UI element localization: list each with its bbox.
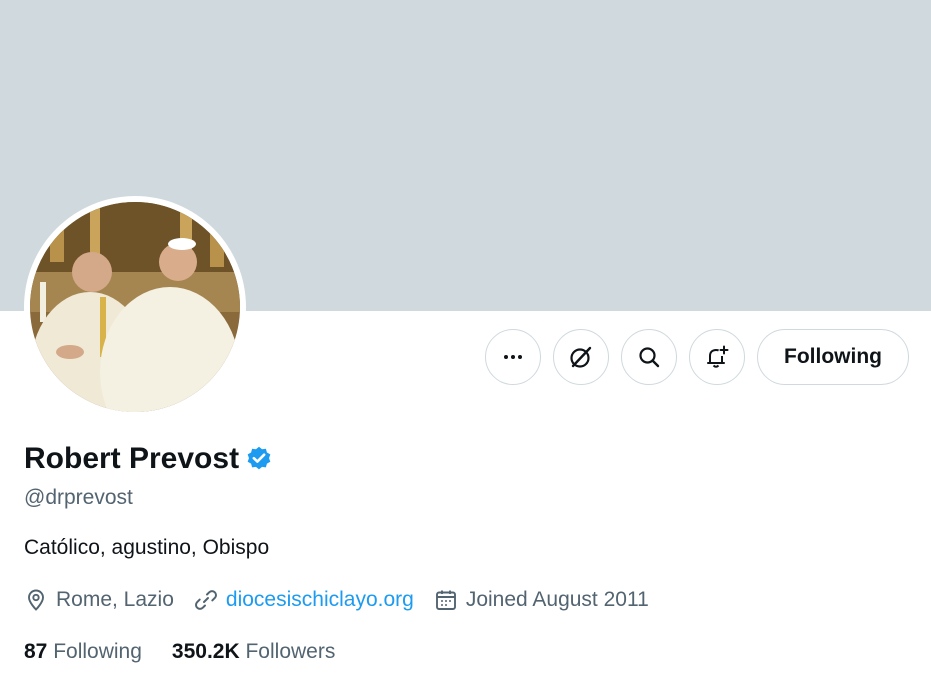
following-count: 87 xyxy=(24,640,48,663)
location-item: Rome, Lazio xyxy=(24,588,174,612)
more-icon xyxy=(504,355,523,359)
following-label: Following xyxy=(53,640,142,663)
profile-handle: @drprevost xyxy=(24,486,133,509)
search-button[interactable] xyxy=(621,329,678,385)
notification-plus-icon xyxy=(707,345,729,368)
avatar[interactable] xyxy=(30,202,240,412)
joined-item: Joined August 2011 xyxy=(434,588,649,612)
followers-stat[interactable]: 350.2K Followers xyxy=(172,640,335,664)
following-button[interactable]: Following xyxy=(757,329,909,385)
grok-button[interactable] xyxy=(553,329,610,385)
location-icon xyxy=(28,589,44,611)
search-icon xyxy=(639,347,660,368)
calendar-icon xyxy=(435,590,456,610)
profile-bio: Católico, agustino, Obispo xyxy=(24,536,270,559)
location-text: Rome, Lazio xyxy=(56,588,174,611)
grok-icon xyxy=(570,346,592,368)
followers-count: 350.2K xyxy=(171,640,240,663)
joined-text: Joined August 2011 xyxy=(465,588,649,611)
website-link[interactable]: diocesischiclayo.org xyxy=(226,588,414,612)
profile-stats: 87 Following 350.2K Followers xyxy=(24,640,365,664)
following-stat[interactable]: 87 Following xyxy=(24,640,142,664)
more-button[interactable] xyxy=(485,329,542,385)
link-icon xyxy=(194,590,217,610)
avatar-ring xyxy=(24,196,246,418)
verified-badge-icon[interactable] xyxy=(245,445,273,473)
profile-name: Robert Prevost xyxy=(24,442,240,475)
profile-meta: Rome, Lazio diocesischiclayo.org Joined … xyxy=(24,588,669,612)
profile-name-row: Robert Prevost xyxy=(24,442,273,476)
notifications-button[interactable] xyxy=(689,329,746,385)
website-item: diocesischiclayo.org xyxy=(194,588,414,612)
profile-actions: Following xyxy=(485,329,909,385)
followers-label: Followers xyxy=(245,640,336,663)
